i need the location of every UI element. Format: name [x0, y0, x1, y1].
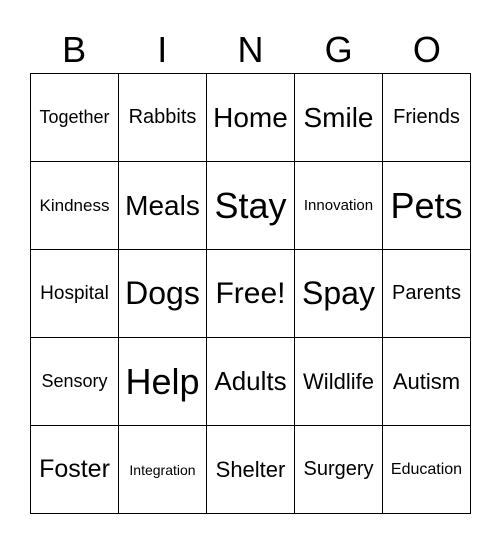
bingo-cell[interactable]: Integration	[119, 426, 207, 514]
bingo-cell[interactable]: Shelter	[207, 426, 295, 514]
bingo-cell[interactable]: Pets	[383, 162, 471, 250]
header-letter-i: I	[157, 29, 168, 70]
bingo-cell[interactable]: Dogs	[119, 250, 207, 338]
bingo-cell[interactable]: Rabbits	[119, 74, 207, 162]
bingo-cell[interactable]: Free!	[207, 250, 295, 338]
bingo-header: B I N G O	[30, 28, 471, 72]
bingo-cell[interactable]: Adults	[207, 338, 295, 426]
bingo-cell[interactable]: Autism	[383, 338, 471, 426]
bingo-cell[interactable]: Friends	[383, 74, 471, 162]
bingo-cell[interactable]: Foster	[31, 426, 119, 514]
bingo-cell[interactable]: Innovation	[295, 162, 383, 250]
bingo-cell[interactable]: Spay	[295, 250, 383, 338]
bingo-cell[interactable]: Home	[207, 74, 295, 162]
bingo-cell[interactable]: Sensory	[31, 338, 119, 426]
bingo-cell[interactable]: Hospital	[31, 250, 119, 338]
bingo-cell[interactable]: Meals	[119, 162, 207, 250]
header-letter-b: B	[62, 29, 87, 70]
bingo-cell[interactable]: Smile	[295, 74, 383, 162]
header-letter-g: G	[324, 29, 353, 70]
bingo-cell[interactable]: Surgery	[295, 426, 383, 514]
bingo-cell[interactable]: Together	[31, 74, 119, 162]
bingo-cell[interactable]: Wildlife	[295, 338, 383, 426]
bingo-cell[interactable]: Kindness	[31, 162, 119, 250]
bingo-cell[interactable]: Education	[383, 426, 471, 514]
bingo-cell[interactable]: Stay	[207, 162, 295, 250]
bingo-cell[interactable]: Help	[119, 338, 207, 426]
header-letter-o: O	[412, 29, 441, 70]
header-letter-n: N	[237, 29, 264, 70]
bingo-grid: Together Rabbits Home Smile Friends Kindness M…	[30, 73, 471, 514]
bingo-cell[interactable]: Parents	[383, 250, 471, 338]
